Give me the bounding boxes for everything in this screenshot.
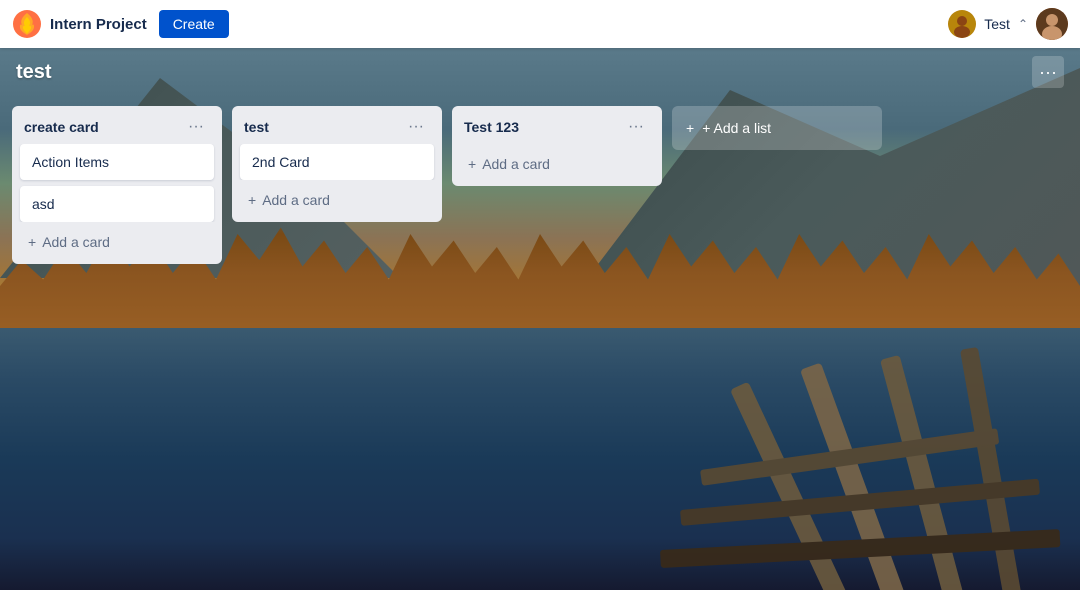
user-silhouette-icon <box>948 10 976 38</box>
add-list-label: + Add a list <box>702 120 771 136</box>
create-button[interactable]: Create <box>159 10 229 38</box>
caret-icon[interactable]: ⌃ <box>1018 17 1028 31</box>
app-title: Intern Project <box>50 16 147 33</box>
list-menu-button-test-123[interactable]: ··· <box>622 116 650 138</box>
card-text: asd <box>32 196 55 212</box>
list-footer-create-card: + Add a card <box>12 222 222 264</box>
add-card-label: Add a card <box>42 234 110 250</box>
nav-right: Test ⌃ <box>948 8 1068 40</box>
list-cards-create-card: Action Items asd <box>12 144 222 222</box>
card-2nd-card[interactable]: 2nd Card <box>240 144 434 180</box>
list-menu-button-create-card[interactable]: ··· <box>182 116 210 138</box>
logo-icon <box>12 9 42 39</box>
list-header-test-123: Test 123 ··· <box>452 106 662 144</box>
list-header-create-card: create card ··· <box>12 106 222 144</box>
add-card-label: Add a card <box>262 192 330 208</box>
app-logo[interactable]: Intern Project <box>12 9 147 39</box>
plus-icon: + <box>248 192 256 208</box>
list-test-123: Test 123 ··· + Add a card <box>452 106 662 186</box>
board-header: test ··· <box>0 48 1080 96</box>
avatar-image <box>1036 8 1068 40</box>
card-text: 2nd Card <box>252 154 310 170</box>
lists-container: create card ··· Action Items asd + Add a… <box>0 96 1080 590</box>
card-asd[interactable]: asd <box>20 186 214 222</box>
add-list-button[interactable]: + + Add a list <box>672 106 882 150</box>
username-label: Test <box>984 16 1010 32</box>
card-action-items[interactable]: Action Items <box>20 144 214 180</box>
list-title-test: test <box>244 119 402 135</box>
list-cards-test: 2nd Card <box>232 144 442 180</box>
nav-user-icon <box>948 10 976 38</box>
plus-icon: + <box>686 120 694 136</box>
navbar: Intern Project Create Test ⌃ <box>0 0 1080 48</box>
avatar[interactable] <box>1036 8 1068 40</box>
add-card-button-test-123[interactable]: + Add a card <box>460 150 654 178</box>
add-card-button-create-card[interactable]: + Add a card <box>20 228 214 256</box>
list-footer-test-123: + Add a card <box>452 144 662 186</box>
plus-icon: + <box>28 234 36 250</box>
list-title-create-card: create card <box>24 119 182 135</box>
list-footer-test: + Add a card <box>232 180 442 222</box>
board-wrapper: test ··· create card ··· Action Items as… <box>0 48 1080 590</box>
add-card-button-test[interactable]: + Add a card <box>240 186 434 214</box>
card-text: Action Items <box>32 154 109 170</box>
list-menu-button-test[interactable]: ··· <box>402 116 430 138</box>
board-title: test <box>16 61 52 84</box>
list-test: test ··· 2nd Card + Add a card <box>232 106 442 222</box>
plus-icon: + <box>468 156 476 172</box>
list-header-test: test ··· <box>232 106 442 144</box>
board-options-button[interactable]: ··· <box>1032 56 1064 88</box>
add-card-label: Add a card <box>482 156 550 172</box>
list-title-test-123: Test 123 <box>464 119 622 135</box>
list-create-card: create card ··· Action Items asd + Add a… <box>12 106 222 264</box>
